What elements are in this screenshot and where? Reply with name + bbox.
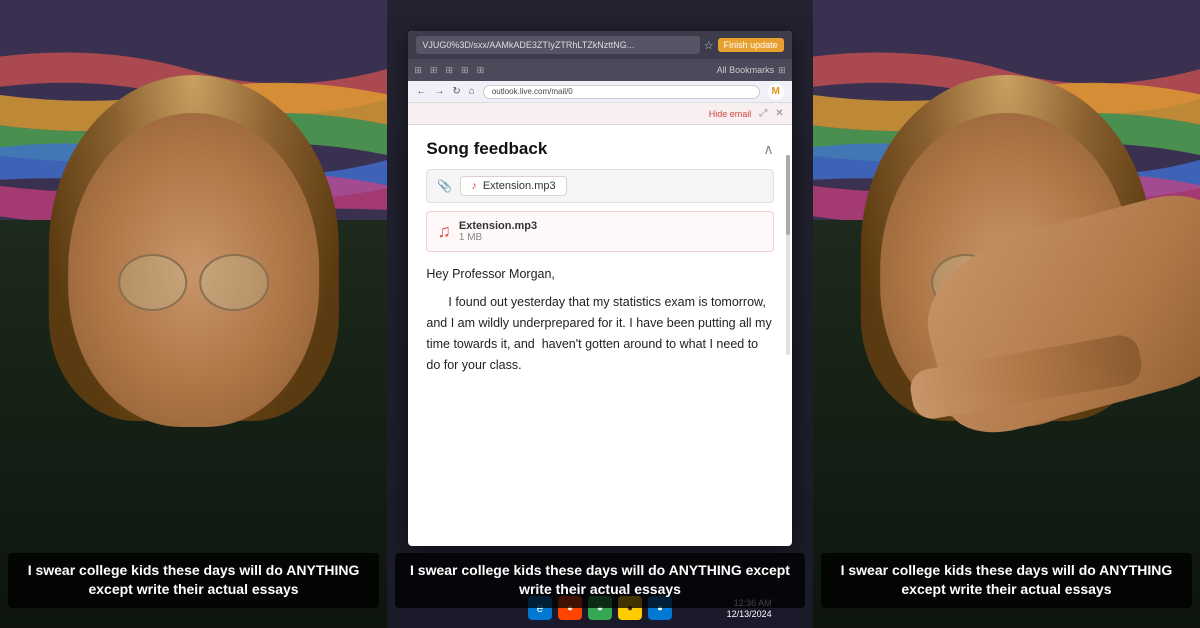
email-paragraph: I found out yesterday that my statistics… — [426, 292, 773, 377]
close-icon[interactable]: ✕ — [775, 108, 783, 119]
music-icon: ♪ — [471, 180, 477, 192]
paperclip-icon: 📎 — [437, 179, 452, 193]
mp3-filename: Extension.mp3 — [459, 220, 537, 232]
browser-window: VJUG0%3D/sxx/AAMkADE3ZTIyZTRhLTZkNzttNG.… — [408, 31, 791, 546]
collapse-icon[interactable]: ∧ — [763, 141, 773, 158]
tab-icon3: ⊞ — [445, 65, 453, 76]
right-caption-bar: I swear college kids these days will do … — [821, 553, 1192, 608]
user-avatar[interactable]: M — [768, 84, 784, 100]
hide-email-label[interactable]: Hide email — [709, 109, 752, 119]
star-icon[interactable]: ☆ — [704, 39, 714, 52]
back-icon[interactable]: ← — [416, 86, 426, 97]
face-left — [68, 113, 320, 427]
browser-toolbar: VJUG0%3D/sxx/AAMkADE3ZTIyZTRhLTZkNzttNG.… — [408, 31, 791, 59]
mp3-info: Extension.mp3 1 MB — [459, 220, 537, 243]
attachment-bar: 📎 ♪ Extension.mp3 — [426, 169, 773, 203]
left-panel: I swear college kids these days will do … — [0, 0, 387, 628]
email-toolbar: Hide email ⤢ ✕ — [408, 103, 791, 125]
url-bar[interactable]: VJUG0%3D/sxx/AAMkADE3ZTIyZTRhLTZkNzttNG.… — [416, 36, 699, 54]
right-caption-text: I swear college kids these days will do … — [833, 561, 1180, 600]
music-file-icon: ♫ — [437, 221, 451, 242]
inner-url-text: outlook.live.com/mail/0 — [492, 87, 573, 96]
tab-icon4: ⊞ — [461, 65, 469, 76]
left-caption-bar: I swear college kids these days will do … — [8, 553, 379, 608]
browser-actions: ☆ Finish update — [704, 38, 784, 52]
taskbar-date: 12/13/2024 — [727, 609, 772, 619]
mp3-filesize: 1 MB — [459, 232, 537, 243]
forward-icon[interactable]: → — [434, 86, 444, 97]
scrollbar-thumb — [786, 155, 790, 235]
tab-icon2: ⊞ — [430, 65, 438, 76]
url-text: VJUG0%3D/sxx/AAMkADE3ZTIyZTRhLTZkNzttNG.… — [422, 40, 634, 50]
tab-icon5: ⊞ — [477, 65, 485, 76]
right-panel: I swear college kids these days will do … — [813, 0, 1200, 628]
home-icon[interactable]: ⌂ — [469, 86, 475, 97]
bookmarks-icon: ⊞ — [778, 65, 786, 76]
email-content-area: Song feedback ∧ 📎 ♪ Extension.mp3 ♫ Exte… — [408, 125, 791, 384]
center-caption-text: I swear college kids these days will do … — [407, 561, 793, 600]
mp3-preview: ♫ Extension.mp3 1 MB — [426, 211, 773, 252]
tab-icon: ⊞ — [414, 65, 422, 76]
scrollbar[interactable] — [786, 155, 790, 354]
center-caption-bar: I swear college kids these days will do … — [395, 553, 805, 608]
attachment-chip[interactable]: ♪ Extension.mp3 — [460, 176, 566, 196]
refresh-icon[interactable]: ↻ — [452, 86, 460, 97]
email-body: Hey Professor Morgan, I found out yester… — [426, 264, 773, 376]
share-icon[interactable]: ⤢ — [759, 108, 767, 119]
bookmarks-label: All Bookmarks — [717, 65, 775, 75]
finish-update-button[interactable]: Finish update — [718, 38, 784, 52]
center-panel: VJUG0%3D/sxx/AAMkADE3ZTIyZTRhLTZkNzttNG.… — [387, 0, 813, 628]
tab-bar: ⊞ ⊞ ⊞ ⊞ ⊞ All Bookmarks ⊞ — [408, 59, 791, 81]
left-caption-text: I swear college kids these days will do … — [20, 561, 367, 600]
laptop-content: VJUG0%3D/sxx/AAMkADE3ZTIyZTRhLTZkNzttNG.… — [387, 0, 813, 628]
email-subject: Song feedback — [426, 139, 547, 159]
inner-url-bar[interactable]: outlook.live.com/mail/0 — [483, 85, 760, 99]
email-greeting: Hey Professor Morgan, — [426, 264, 773, 285]
email-subject-row: Song feedback ∧ — [426, 139, 773, 159]
secondary-toolbar: ← → ↻ ⌂ outlook.live.com/mail/0 M — [408, 81, 791, 103]
attachment-chip-label: Extension.mp3 — [483, 180, 556, 192]
